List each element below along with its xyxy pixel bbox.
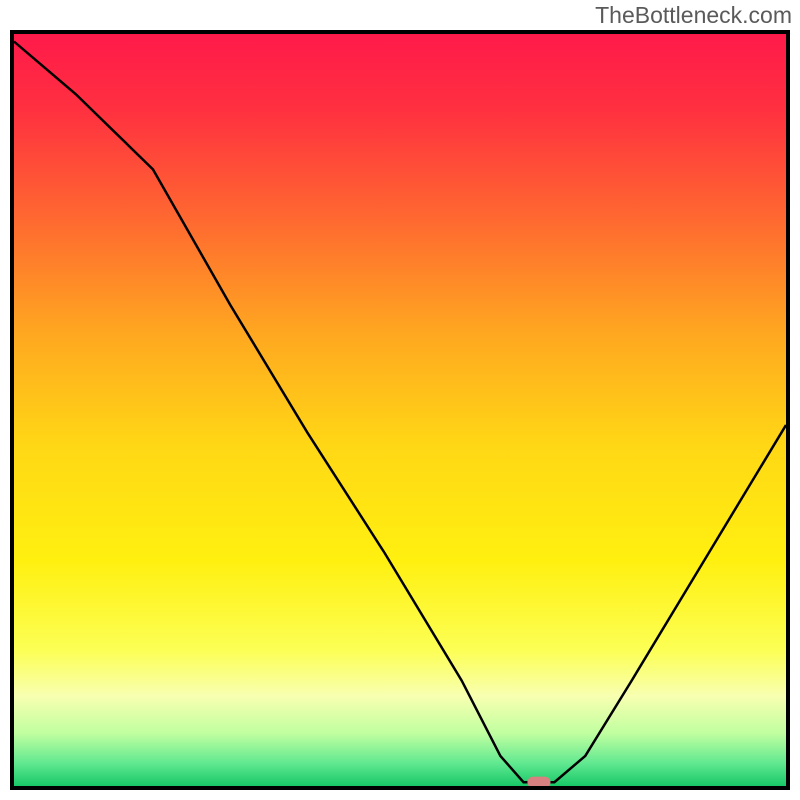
watermark-text: TheBottleneck.com xyxy=(595,2,792,29)
chart-frame xyxy=(10,30,790,790)
optimum-marker xyxy=(527,777,550,786)
bottleneck-curve-plot xyxy=(14,34,786,786)
